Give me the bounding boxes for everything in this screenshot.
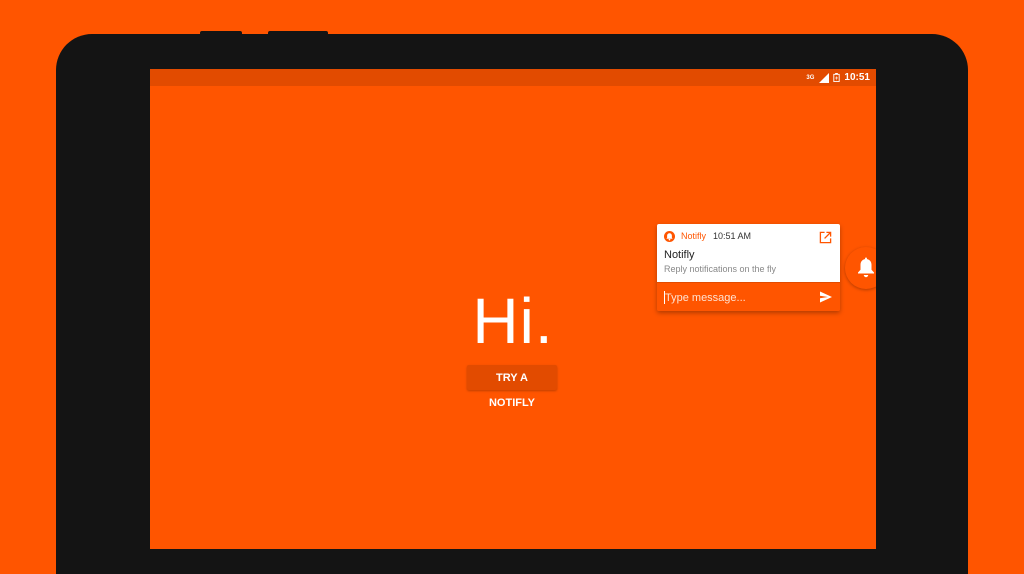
notification-text: Reply notifications on the fly xyxy=(664,264,777,274)
notification-title: Notifly xyxy=(664,249,695,261)
notifly-bell-icon xyxy=(664,231,675,242)
reply-bar xyxy=(657,282,840,311)
network-type-label: 3G xyxy=(806,74,815,81)
try-notifly-button[interactable]: TRY A NOTIFLY xyxy=(467,365,557,409)
signal-icon xyxy=(819,72,830,83)
status-bar: 3G 10:51 xyxy=(150,69,876,86)
hardware-button xyxy=(200,31,242,36)
notification-time: 10:51 AM xyxy=(713,231,752,241)
notification-card[interactable]: Notifly 10:51 AM Notifly Reply notificat… xyxy=(657,224,840,311)
reply-message-input[interactable] xyxy=(665,289,805,306)
hardware-button xyxy=(268,31,328,36)
status-clock: 10:51 xyxy=(844,72,870,83)
battery-charging-icon xyxy=(833,73,841,82)
notification-content[interactable]: Notifly 10:51 AM Notifly Reply notificat… xyxy=(657,224,840,282)
bell-icon xyxy=(858,257,874,278)
notification-app-name: Notifly xyxy=(681,231,707,241)
device-screen: 3G 10:51 Hi. TRY A NOTIFLY Notifly 10:51… xyxy=(150,69,876,549)
status-icons: 3G 10:51 xyxy=(806,69,870,86)
open-external-icon[interactable] xyxy=(819,231,832,244)
send-icon[interactable] xyxy=(819,290,833,304)
